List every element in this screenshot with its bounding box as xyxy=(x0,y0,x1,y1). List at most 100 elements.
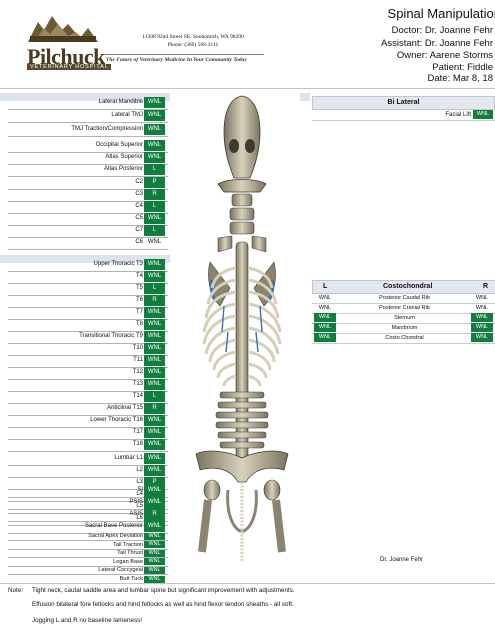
findings-row-value: WNL xyxy=(144,521,165,532)
costo-right-value: WNL xyxy=(475,295,489,301)
costo-label: Posterior Caudal Rib xyxy=(379,295,430,301)
notes-line-2: Effusion bilateral fore fetlocks and hin… xyxy=(32,601,294,608)
clinic-subtitle: VETERINARY HOSPITAL xyxy=(27,64,112,70)
findings-row-value: WNL xyxy=(144,439,165,450)
clinic-logo-mark xyxy=(28,14,98,42)
findings-row-value: WNL xyxy=(144,497,165,508)
costo-left-value: WNL xyxy=(314,313,336,322)
findings-row-value: WNL xyxy=(144,566,165,574)
findings-row: T18 WNL xyxy=(8,438,168,452)
address-line-2: Phone: (360) 568-3111 xyxy=(167,42,219,48)
findings-row-value: WNL xyxy=(144,124,165,135)
findings-row-value: WNL xyxy=(144,558,165,566)
findings-row-value: WNL xyxy=(144,379,165,390)
bilateral-header: Bi Lateral xyxy=(312,96,495,110)
notes-prefix: Note: xyxy=(8,587,24,594)
costo-header-right: R xyxy=(482,283,488,290)
page-title: Spinal Manipulation xyxy=(387,6,495,21)
findings-row-value: WNL xyxy=(144,415,165,426)
findings-row: Lateral TMJ WNL xyxy=(8,109,168,123)
findings-row-value: WNL xyxy=(144,307,165,318)
findings-row-value: WNL xyxy=(144,465,165,476)
costo-header-mid: Costochondral xyxy=(383,283,433,290)
header-rule xyxy=(104,54,264,55)
findings-row-value: R xyxy=(144,189,165,200)
signature: Dr. Joanne Fehr xyxy=(380,557,424,563)
findings-row-label: Atlas Posterior xyxy=(103,166,143,172)
findings-row-value: WNL xyxy=(144,152,165,163)
findings-row-value: R xyxy=(144,509,165,520)
date-field: Date: Mar 8, 18 xyxy=(427,73,493,84)
costo-label: Costo Chondral xyxy=(385,335,424,341)
findings-row-value: L xyxy=(144,164,165,175)
findings-row-value: WNL xyxy=(144,343,165,354)
findings-row: C6 WNL xyxy=(8,236,168,250)
address-line-1: 11308 92nd Street SE, Snohomish, WA 9829… xyxy=(142,34,244,40)
findings-row-label: Logan Base xyxy=(113,558,143,565)
doctor-field: Doctor: Dr. Joanne Fehr xyxy=(391,25,493,36)
costochondral-row: WNL Costo Chondral WNL xyxy=(312,333,495,344)
costo-left-value: WNL xyxy=(318,305,332,311)
findings-row-label: Lateral Coccygeal xyxy=(98,567,143,574)
bilateral-row: Facial Lift WNL xyxy=(312,110,495,121)
findings-row-label: C6 xyxy=(135,239,143,245)
findings-row-value: WNL xyxy=(144,541,165,549)
findings-row-label: Sacral Apex Deviation xyxy=(88,533,143,539)
costo-header-left: L xyxy=(323,283,328,290)
findings-row: TMJ Traction/Compression WNL xyxy=(8,123,168,137)
equine-skeleton-illustration xyxy=(172,92,312,577)
notes-section: Note: Tight neck, cautal saddle area and… xyxy=(0,584,495,640)
findings-row-value: P xyxy=(144,177,165,188)
findings-row-value: WNL xyxy=(144,453,165,464)
findings-row-value: WNL xyxy=(144,427,165,438)
findings-row-value: L xyxy=(144,391,165,402)
findings-row-value: WNL xyxy=(144,97,165,108)
findings-row-value: WNL xyxy=(144,575,165,583)
bilateral-label: Facial Lift xyxy=(445,112,471,118)
findings-row-label: Butt Tuck xyxy=(119,576,143,582)
findings-row: Atlas Posterior L xyxy=(8,163,168,177)
costo-left-value: WNL xyxy=(314,323,336,332)
assistant-field: Assistant: Dr. Joanne Fehr xyxy=(381,38,493,49)
clinic-tagline: The Future of Veterinary Medicine In You… xyxy=(106,57,247,63)
findings-row-value: WNL xyxy=(147,239,162,245)
notes-line-3: Jogging L and R no baseline lameness! xyxy=(32,617,143,624)
findings-row-label: Tail Thrust xyxy=(117,550,143,557)
header-divider xyxy=(0,88,495,89)
costo-left-value: WNL xyxy=(318,295,332,301)
findings-row-value: L xyxy=(144,283,165,294)
findings-row-value: WNL xyxy=(144,271,165,282)
clinic-address: 11308 92nd Street SE, Snohomish, WA 9829… xyxy=(108,33,278,49)
findings-row-label: T18 xyxy=(132,441,143,447)
findings-row-label: Tail Traction xyxy=(113,541,143,548)
findings-row-value: WNL xyxy=(144,549,165,557)
costochondral-header: L Costochondral R xyxy=(312,280,495,294)
costo-right-value: WNL xyxy=(471,333,493,342)
findings-row-value: WNL xyxy=(144,331,165,342)
patient-field: Patient: Fiddle xyxy=(432,62,493,73)
findings-row-value: WNL xyxy=(144,485,165,496)
findings-row-value: R xyxy=(144,403,165,414)
findings-row-label: Lateral TMJ xyxy=(111,112,143,118)
findings-row-value: WNL xyxy=(144,140,165,151)
findings-row-value: WNL xyxy=(144,259,165,270)
findings-row: Lateral Mandible WNL xyxy=(8,96,168,110)
costo-left-value: WNL xyxy=(314,333,336,342)
costo-label: Manibrium xyxy=(391,325,418,331)
owner-field: Owner: Aarene Storms xyxy=(396,50,493,61)
findings-row-value: WNL xyxy=(144,319,165,330)
costo-label: Posterior Cranial Rib xyxy=(379,305,430,311)
findings-row-value: WNL xyxy=(144,110,165,121)
findings-row-value: WNL xyxy=(144,355,165,366)
findings-row-value: WNL xyxy=(144,213,165,224)
findings-row-label: Lateral Mandible xyxy=(98,99,143,105)
findings-row-value: L xyxy=(144,201,165,212)
costo-right-value: WNL xyxy=(475,305,489,311)
findings-row-value: R xyxy=(144,295,165,306)
costo-right-value: WNL xyxy=(471,313,493,322)
findings-row-value: WNL xyxy=(144,367,165,378)
costo-right-value: WNL xyxy=(471,323,493,332)
findings-row-value: L xyxy=(144,225,165,236)
costo-label: Sternum xyxy=(394,315,415,321)
notes-line-1: Tight neck, cautal saddle area and lumba… xyxy=(32,587,295,594)
